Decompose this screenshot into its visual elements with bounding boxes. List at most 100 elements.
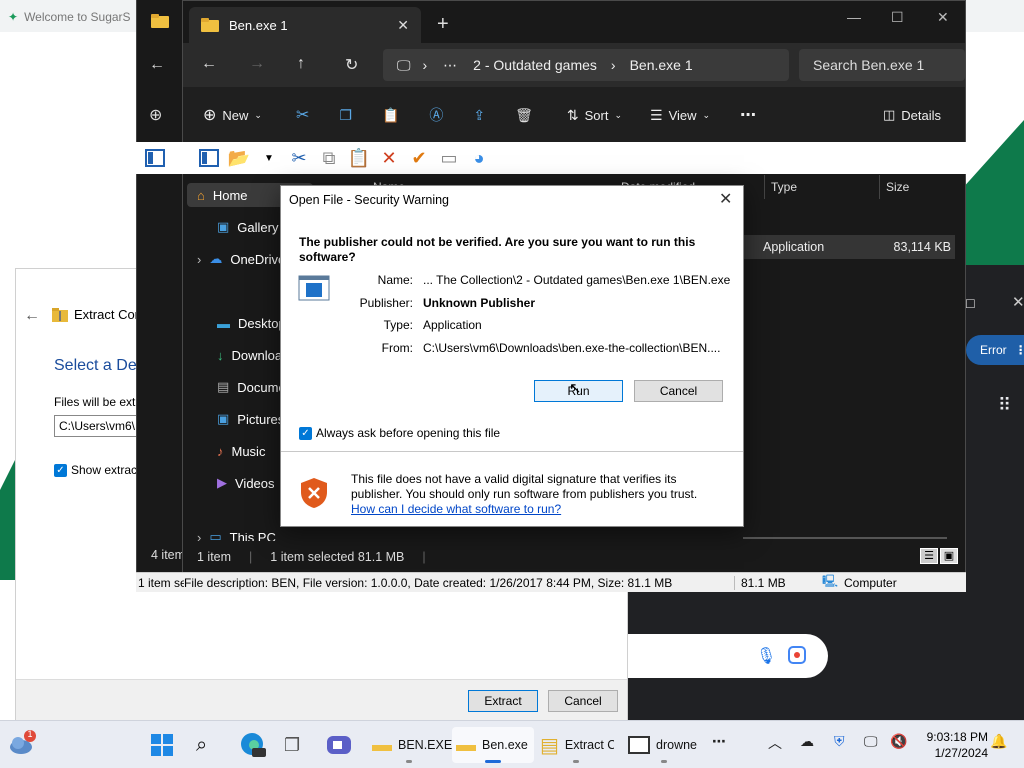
globe-icon[interactable]: ◕	[466, 145, 492, 171]
taskbar-item-ben-exe-active[interactable]: ▬ Ben.exe	[452, 727, 534, 763]
sort-button[interactable]: ⇅ Sort ⌄	[567, 107, 622, 124]
up-arrow-icon[interactable]: ↑	[297, 55, 305, 73]
nav-item-videos[interactable]: ▶ Videos	[217, 471, 275, 495]
microphone-icon[interactable]: 🎙	[756, 646, 776, 666]
background-explorer-window: ← ⊕ 4 item	[136, 0, 186, 592]
copy-icon[interactable]: ❐	[339, 107, 352, 124]
back-arrow-icon[interactable]: ←	[149, 56, 165, 74]
close-icon[interactable]: ✕	[937, 9, 949, 26]
paste-icon[interactable]: 📋	[346, 145, 372, 171]
new-button[interactable]: ⊕ New ⌄	[203, 105, 262, 125]
maximize-icon[interactable]: ☐	[965, 297, 976, 311]
taskbar-item-drowne[interactable]: drowne	[626, 727, 702, 763]
maximize-icon[interactable]: ☐	[891, 9, 904, 26]
cloud-offline-icon[interactable]: ☁	[800, 733, 814, 750]
forward-arrow-icon[interactable]: →	[249, 55, 265, 73]
add-icon[interactable]: ⊕	[149, 105, 162, 125]
search-box[interactable]: 🎙	[610, 634, 828, 678]
file-row[interactable]: Application 83,114 KB	[743, 235, 955, 259]
dropdown-arrow-icon[interactable]: ▼	[256, 145, 282, 171]
wizard-cancel-button[interactable]: Cancel	[548, 690, 618, 712]
search-icon[interactable]: ⌕	[196, 727, 207, 763]
show-files-checkbox[interactable]: ✓ Show extract	[54, 463, 140, 477]
more-icon[interactable]: ⋯	[443, 57, 457, 74]
cut-icon[interactable]: ✂	[286, 145, 312, 171]
chevron-right-icon[interactable]: ›	[197, 252, 201, 267]
taskbar-item-extract[interactable]: ▤ Extract C	[538, 727, 614, 763]
nav-item-gallery[interactable]: ▣ Gallery	[217, 215, 278, 239]
extract-button[interactable]: Extract	[468, 690, 538, 712]
breadcrumb-item[interactable]: Ben.exe 1	[630, 57, 693, 73]
network-icon[interactable]: 🖵	[864, 733, 878, 750]
breadcrumb-item[interactable]: 2 - Outdated games	[473, 57, 597, 73]
edge-browser-icon[interactable]	[240, 727, 266, 763]
column-header-size[interactable]: Size	[879, 175, 909, 199]
always-ask-label: Always ask before opening this file	[316, 426, 501, 440]
checkmark-icon[interactable]: ✔	[406, 145, 432, 171]
wizard-title: Extract Com	[52, 307, 146, 322]
always-ask-checkbox[interactable]: ✓ Always ask before opening this file	[299, 426, 500, 440]
address-row: ← → ↑ ↻ 🖵 › ⋯ 2 - Outdated games › Ben.e…	[183, 43, 965, 87]
share-icon[interactable]: ⇪	[473, 107, 485, 124]
delete-x-icon[interactable]: ✕	[376, 145, 402, 171]
more-options-icon[interactable]: ⋯	[740, 105, 756, 125]
close-tab-icon[interactable]: ✕	[397, 17, 409, 34]
nav-item-desktop[interactable]: ▬ Desktop	[217, 311, 286, 335]
chevron-right-icon[interactable]: ›	[197, 533, 201, 541]
chevron-right-icon[interactable]: ›	[423, 57, 428, 73]
notification-bell-icon[interactable]: 🔔	[990, 733, 1007, 750]
start-button[interactable]	[150, 727, 174, 763]
wizard-footer: Extract Cancel	[16, 679, 627, 720]
nav-item-pictures[interactable]: ▣ Pictures	[217, 407, 284, 431]
nav-label: Pictures	[237, 411, 285, 427]
preview-pane-icon[interactable]	[142, 145, 168, 171]
new-tab-icon[interactable]: +	[437, 13, 449, 36]
delete-icon[interactable]: 🗑	[515, 107, 533, 124]
column-header-type[interactable]: Type	[764, 175, 797, 199]
horizontal-scrollbar[interactable]	[743, 537, 947, 539]
paste-icon[interactable]: 📋	[382, 107, 399, 124]
cut-icon[interactable]: ✂	[296, 105, 309, 125]
chevron-right-icon[interactable]: ›	[611, 57, 616, 73]
close-icon[interactable]: ✕	[1012, 293, 1024, 311]
refresh-icon[interactable]: ↻	[345, 55, 358, 75]
error-button[interactable]: Error ⋮	[966, 335, 1024, 365]
rename-icon[interactable]: ▭	[436, 145, 462, 171]
defender-icon[interactable]: ⛨	[834, 733, 845, 750]
task-view-icon[interactable]: ❐	[284, 727, 300, 763]
details-view-icon[interactable]: ☰	[920, 548, 938, 564]
meet-icon[interactable]	[326, 727, 352, 763]
help-link[interactable]: How can I decide what software to run?	[351, 502, 721, 517]
apps-grid-icon[interactable]: ⠿	[998, 395, 1011, 416]
view-button[interactable]: ☰ View ⌄	[650, 107, 710, 124]
details-button[interactable]: ◫ Details	[883, 107, 941, 123]
clock[interactable]: 9:03:18 PM 1/27/2024	[914, 729, 988, 761]
explorer-tab[interactable]: Ben.exe 1 ✕	[189, 7, 421, 43]
layout-icon[interactable]	[196, 145, 222, 171]
nav-label: This PC	[229, 533, 276, 541]
back-arrow-icon[interactable]: ←	[201, 55, 217, 73]
checkbox-checked-icon[interactable]: ✓	[54, 463, 67, 477]
download-icon: ↓	[217, 347, 224, 363]
copy-icon[interactable]: ⧉	[316, 145, 342, 171]
cancel-button[interactable]: Cancel	[634, 380, 723, 402]
nav-item-this-pc[interactable]: › ▭ This PC	[197, 533, 276, 541]
taskbar-item-ben-exe[interactable]: ▬ BEN.EXE	[368, 727, 452, 763]
tiles-view-icon[interactable]: ▣	[940, 548, 958, 564]
chevron-up-icon[interactable]: ︿	[768, 733, 782, 753]
address-bar[interactable]: 🖵 › ⋯ 2 - Outdated games › Ben.exe 1	[383, 49, 789, 81]
back-arrow-icon[interactable]: ←	[24, 307, 40, 325]
more-apps-icon[interactable]: ⋯	[712, 733, 726, 750]
destination-input[interactable]: C:\Users\vm6\	[54, 415, 144, 437]
nav-item-onedrive[interactable]: › ☁ OneDrive	[197, 247, 285, 271]
minimize-icon[interactable]: —	[847, 9, 861, 25]
checkbox-checked-icon[interactable]: ✓	[299, 426, 312, 440]
folder-check-icon[interactable]: 📂	[226, 145, 252, 171]
rename-icon[interactable]: Ⓐ	[429, 105, 443, 125]
browser-tab[interactable]: ✦ Welcome to SugarS	[8, 6, 131, 28]
search-input[interactable]: Search Ben.exe 1	[799, 49, 965, 81]
lens-icon[interactable]	[788, 646, 806, 664]
nav-item-music[interactable]: ♪ Music	[217, 439, 265, 463]
close-icon[interactable]: ✕	[719, 189, 732, 209]
volume-mute-icon[interactable]: 🔇	[890, 733, 907, 750]
